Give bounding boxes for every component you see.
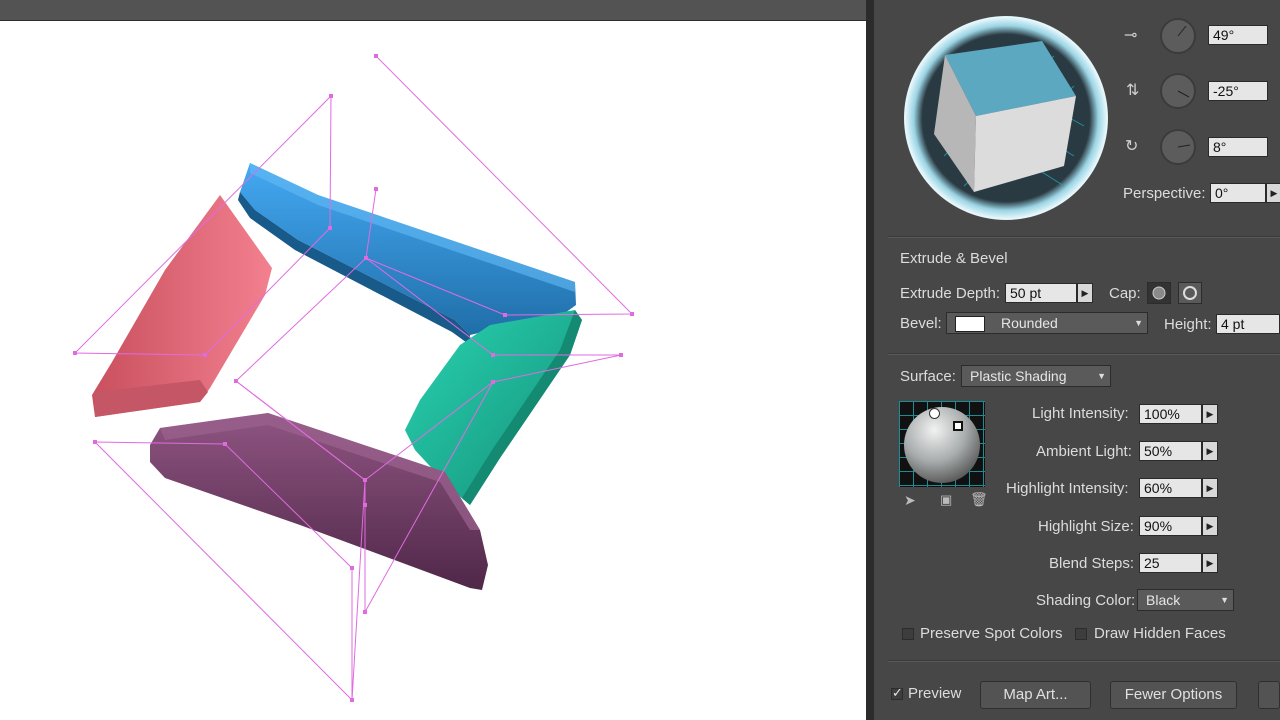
fewer-options-button[interactable]: Fewer Options (1110, 681, 1237, 709)
draw-hidden-faces-label: Draw Hidden Faces (1094, 625, 1226, 642)
light-source-handle[interactable] (929, 408, 940, 419)
delete-light-icon[interactable]: 🗑 (970, 491, 988, 508)
section-separator (888, 236, 1280, 238)
light-intensity-field[interactable]: 100% (1139, 404, 1202, 424)
move-light-to-back-icon[interactable]: ➤ (904, 492, 916, 509)
cap-label: Cap: (1109, 285, 1141, 302)
chevron-down-icon: ▼ (1220, 595, 1229, 605)
document-tab-bar (0, 0, 866, 21)
cap-on-icon (1152, 286, 1166, 300)
shading-color-dropdown[interactable]: Black ▼ (1137, 589, 1234, 611)
lighting-sphere (904, 407, 980, 483)
preserve-spot-colors-checkbox[interactable] (902, 628, 914, 640)
lighting-sphere-preview[interactable] (899, 401, 985, 487)
bevel-label: Bevel: (900, 315, 942, 332)
cap-off-icon (1183, 286, 1197, 300)
extrude-depth-slider-arrow[interactable]: ▶ (1077, 283, 1093, 303)
chevron-down-icon: ▼ (1134, 318, 1143, 328)
section-separator (888, 353, 1280, 355)
blend-steps-slider-arrow[interactable]: ▶ (1202, 553, 1218, 573)
blend-steps-field[interactable]: 25 (1139, 553, 1202, 573)
3d-extrude-bevel-options-panel: ⊸ 49° ⇅ -25° ↻ 8° Perspective: 0° ▶ Extr… (874, 0, 1280, 720)
extrude-depth-label: Extrude Depth: (900, 285, 1001, 302)
y-axis-dial[interactable] (1160, 73, 1196, 109)
surface-dropdown[interactable]: Plastic Shading ▼ (961, 365, 1111, 387)
preview-checkbox[interactable] (891, 685, 903, 701)
highlight-intensity-label: Highlight Intensity: (1006, 480, 1129, 497)
selected-light-handle[interactable] (953, 421, 963, 431)
light-intensity-slider-arrow[interactable]: ▶ (1202, 404, 1218, 424)
rotation-track-cube[interactable] (904, 16, 1108, 220)
highlight-intensity-field[interactable]: 60% (1139, 478, 1202, 498)
cap-off-button[interactable] (1178, 282, 1202, 304)
bevel-dropdown[interactable]: Rounded ▼ (946, 312, 1148, 334)
artboard[interactable] (0, 21, 866, 720)
y-axis-rotation-field[interactable]: -25° (1208, 81, 1268, 101)
shading-color-label: Shading Color: (1036, 592, 1136, 609)
ok-button-partial[interactable] (1258, 681, 1280, 709)
ambient-light-slider-arrow[interactable]: ▶ (1202, 441, 1218, 461)
extrude-depth-field[interactable]: 50 pt (1005, 283, 1077, 303)
panel-divider[interactable] (866, 0, 874, 720)
perspective-slider-arrow[interactable]: ▶ (1266, 183, 1280, 203)
preserve-spot-colors-label: Preserve Spot Colors (920, 625, 1063, 642)
draw-hidden-faces-checkbox[interactable] (1075, 628, 1087, 640)
bevel-preview-icon (955, 316, 985, 333)
z-axis-icon: ↻ (1125, 138, 1139, 155)
highlight-size-slider-arrow[interactable]: ▶ (1202, 516, 1218, 536)
highlight-size-label: Highlight Size: (1038, 518, 1134, 535)
ambient-light-field[interactable]: 50% (1139, 441, 1202, 461)
z-axis-rotation-field[interactable]: 8° (1208, 137, 1268, 157)
light-intensity-label: Light Intensity: (1032, 405, 1129, 422)
perspective-field[interactable]: 0° (1210, 183, 1266, 203)
cap-on-button[interactable] (1147, 282, 1171, 304)
section-separator (888, 660, 1280, 662)
highlight-intensity-slider-arrow[interactable]: ▶ (1202, 478, 1218, 498)
surface-label: Surface: (900, 368, 956, 385)
x-axis-icon: ⊸ (1124, 27, 1138, 44)
new-light-icon[interactable]: ▣ (940, 492, 952, 508)
blue-extruded-segment[interactable] (238, 163, 576, 345)
height-label: Height: (1164, 316, 1212, 333)
x-axis-dial[interactable] (1160, 18, 1196, 54)
preview-label: Preview (908, 685, 962, 702)
z-axis-dial[interactable] (1160, 129, 1196, 165)
pink-extruded-segment[interactable] (92, 195, 272, 417)
perspective-label: Perspective: (1123, 185, 1206, 202)
x-axis-rotation-field[interactable]: 49° (1208, 25, 1268, 45)
extrude-bevel-section-title: Extrude & Bevel (900, 250, 1008, 267)
blend-steps-label: Blend Steps: (1049, 555, 1135, 572)
y-axis-icon: ⇅ (1126, 82, 1140, 99)
chevron-down-icon: ▼ (1097, 371, 1106, 381)
bevel-height-field[interactable]: 4 pt (1216, 314, 1280, 334)
ambient-light-label: Ambient Light: (1036, 443, 1132, 460)
map-art-button[interactable]: Map Art... (980, 681, 1091, 709)
highlight-size-field[interactable]: 90% (1139, 516, 1202, 536)
